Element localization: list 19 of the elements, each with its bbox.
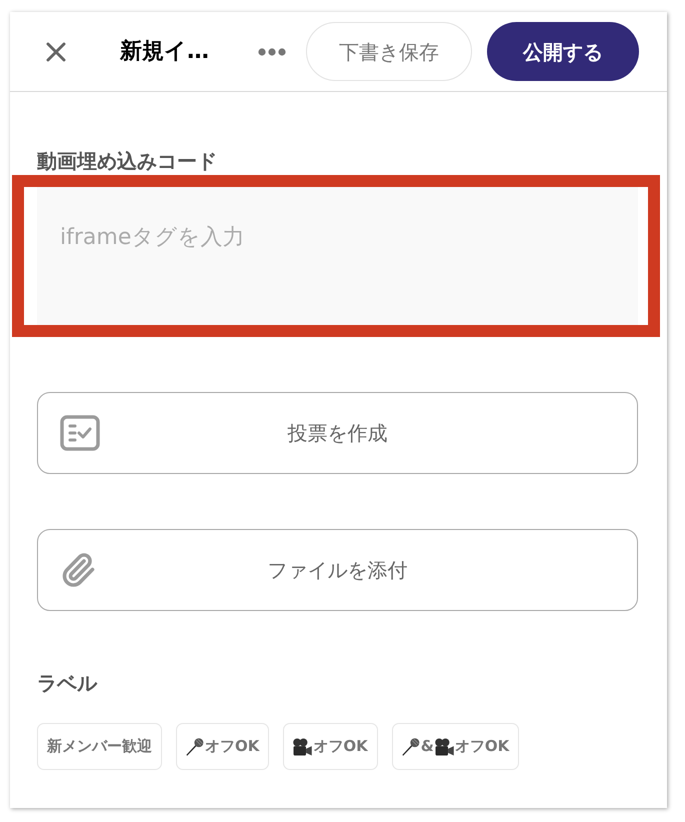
label-chip[interactable]: 新メンバー歓迎: [37, 723, 162, 770]
more-icon: [258, 48, 286, 56]
save-draft-button[interactable]: 下書き保存: [306, 22, 472, 81]
embed-code-field[interactable]: iframeタグを入力: [37, 187, 638, 325]
label-chip[interactable]: オフOK: [176, 723, 270, 770]
microphone-icon: [402, 738, 420, 756]
section-label: ラベル: [37, 670, 97, 697]
page-title: 新規イ…: [120, 38, 209, 66]
poll-icon: [60, 415, 100, 451]
label-chip[interactable]: オフOK: [283, 723, 378, 770]
movie-camera-icon: [434, 738, 454, 756]
paperclip-icon: [60, 552, 96, 588]
label-chip[interactable]: & オフOK: [392, 723, 520, 770]
create-poll-button[interactable]: 投票を作成: [37, 392, 638, 474]
section-label: 動画埋め込みコード: [37, 148, 217, 175]
attach-file-button[interactable]: ファイルを添付: [37, 529, 638, 611]
microphone-icon: [186, 738, 204, 756]
publish-button[interactable]: 公開する: [487, 22, 639, 81]
movie-camera-icon: [293, 738, 312, 756]
